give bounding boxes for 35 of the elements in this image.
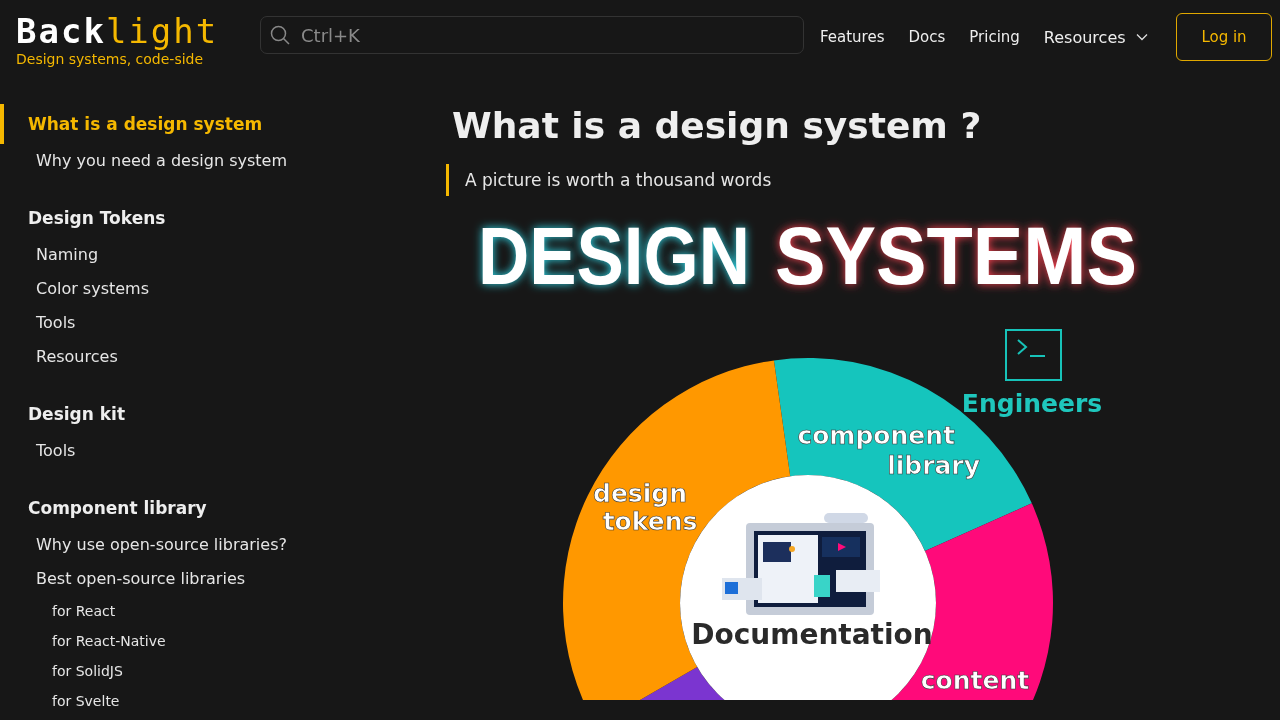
nav-link[interactable]: Docs	[908, 27, 946, 47]
nav-dropdown[interactable]: Resources	[1043, 27, 1148, 47]
sidebar-item[interactable]: Tools	[0, 434, 420, 468]
sidebar-item[interactable]: Tools	[0, 306, 420, 340]
sidebar-subitem[interactable]: for React-Native	[0, 626, 420, 656]
heading-text: DESIGN SYSTEMS	[478, 210, 1160, 301]
sidebar-item[interactable]: Why use open-source libraries?	[0, 528, 420, 562]
sidebar-item[interactable]: Why you need a design system	[0, 144, 420, 178]
sidebar-section[interactable]: What is a design system	[0, 104, 420, 144]
segment-label: content	[920, 666, 1030, 695]
sidebar-subitem[interactable]: for Svelte	[0, 686, 420, 716]
sidebar-section[interactable]: Design kit	[0, 394, 420, 434]
segment-label: design tokens	[593, 479, 698, 536]
segment-label: component library	[797, 421, 980, 480]
engineers-label: Engineers	[961, 389, 1103, 418]
quote: A picture is worth a thousand words	[446, 164, 1280, 196]
nav-link[interactable]: Pricing	[969, 27, 1020, 47]
nav-link[interactable]: Features	[820, 27, 885, 47]
page-title: What is a design system ?	[452, 104, 983, 148]
login-button[interactable]: Log in	[1176, 13, 1272, 61]
sidebar-subitem[interactable]: for SolidJS	[0, 656, 420, 686]
sidebar-item[interactable]: Color systems	[0, 272, 420, 306]
sidebar-item[interactable]: Resources	[0, 340, 420, 374]
tagline: Design systems, code-side	[16, 51, 205, 67]
search-icon	[270, 25, 290, 45]
logo[interactable]: Backlight	[16, 13, 260, 49]
terminal-icon	[1005, 329, 1062, 381]
sidebar-subitem[interactable]: for React	[0, 596, 420, 626]
sidebar-item[interactable]: Naming	[0, 238, 420, 272]
center-label: Documentation	[691, 618, 933, 651]
search-field[interactable]: Ctrl+K	[260, 16, 804, 54]
sidebar-item[interactable]: Best open-source libraries	[0, 562, 420, 596]
sidebar-section[interactable]: Component library	[0, 488, 420, 528]
chevron-down-icon	[1135, 33, 1148, 41]
sidebar-section[interactable]: Design Tokens	[0, 198, 420, 238]
